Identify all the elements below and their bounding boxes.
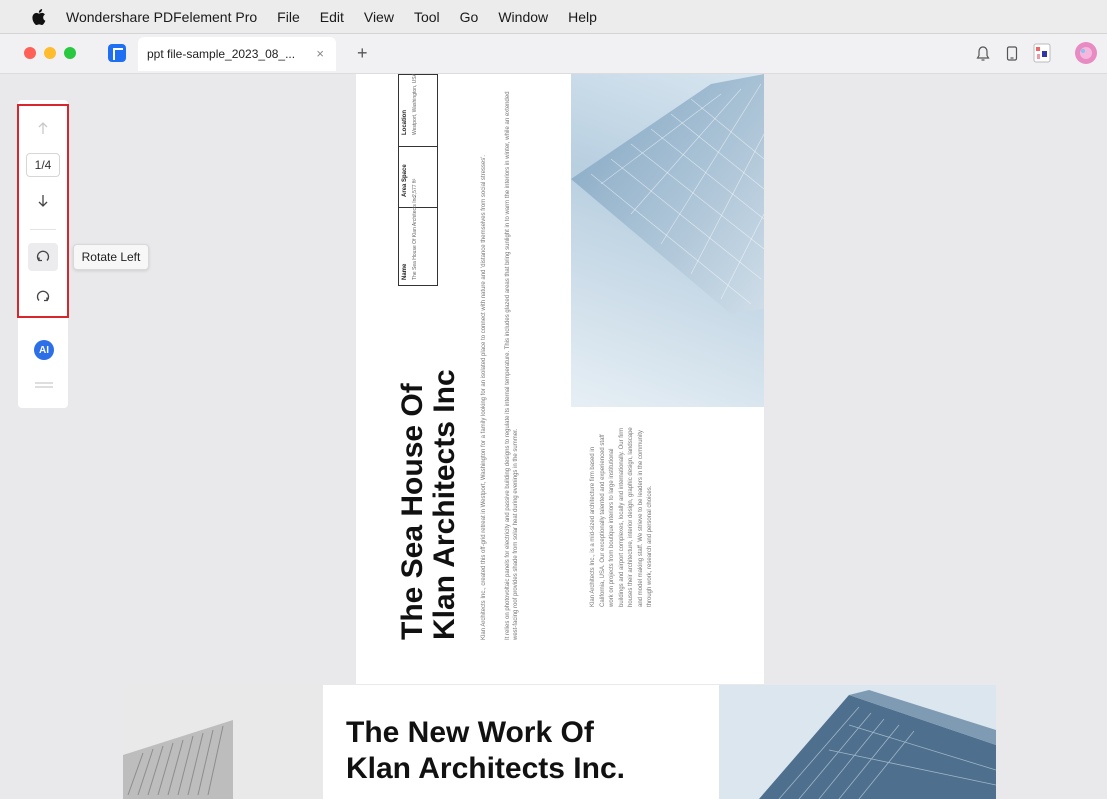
table-divider	[399, 207, 437, 208]
minimize-window-button[interactable]	[44, 47, 56, 59]
device-icon[interactable]	[1005, 45, 1019, 63]
glass-building-image	[571, 74, 764, 314]
menu-go[interactable]: Go	[460, 9, 479, 25]
previous-page-icon[interactable]	[37, 121, 49, 135]
page2-left-photo	[123, 685, 323, 799]
table-divider	[399, 146, 437, 147]
document-page-1: Location Westport, Washington, USA Area …	[356, 74, 764, 684]
table-head-name: Name	[402, 263, 408, 280]
new-tab-button[interactable]: +	[357, 43, 368, 64]
pdfelement-home-icon[interactable]	[108, 44, 126, 62]
description-text: Klan Architects Inc., is a mid-sized arc…	[590, 427, 653, 607]
table-body-area: 2,577 ft²	[412, 178, 418, 197]
notification-bell-icon[interactable]	[975, 45, 991, 63]
document-tab-title: ppt file-sample_2023_08_...	[147, 47, 296, 61]
apple-icon[interactable]	[32, 8, 46, 25]
description-column: Klan Architects Inc., is a mid-sized arc…	[571, 407, 764, 684]
page2-title-line2: Klan Architects Inc.	[346, 752, 625, 785]
building-photo	[571, 74, 764, 407]
promo-gift-icon[interactable]	[1032, 42, 1052, 64]
page2-title-line1: The New Work Of	[346, 716, 594, 749]
page-number-indicator[interactable]: 1/4	[26, 153, 60, 177]
menu-app-name[interactable]: Wondershare PDFelement Pro	[66, 9, 257, 25]
page2-right-photo	[719, 685, 996, 799]
perforated-building-image	[123, 685, 323, 799]
table-head-location: Location	[402, 110, 408, 135]
zoom-window-button[interactable]	[64, 47, 76, 59]
close-window-button[interactable]	[24, 47, 36, 59]
info-table: Location Westport, Washington, USA Area …	[398, 74, 438, 286]
menu-tool[interactable]: Tool	[414, 9, 440, 25]
rotate-left-tooltip: Rotate Left	[73, 244, 149, 270]
table-body-location: Westport, Washington, USA	[412, 74, 418, 135]
rotate-right-icon[interactable]	[35, 288, 51, 304]
table-body-name: The Sea House Of Klan Architects Inc	[412, 196, 418, 280]
document-tab[interactable]: ppt file-sample_2023_08_... ×	[138, 37, 336, 71]
page-title-line1: The Sea House Of	[396, 383, 429, 640]
menu-bar: Wondershare PDFelement Pro File Edit Vie…	[0, 0, 1107, 34]
close-tab-icon[interactable]: ×	[316, 46, 324, 61]
paragraph-2: It relies on photovoltaic panels for ele…	[505, 91, 519, 640]
toolbar-divider	[30, 229, 56, 230]
drag-handle[interactable]	[35, 382, 53, 388]
highlight-frame	[17, 104, 69, 318]
glass-tower-image	[719, 685, 996, 799]
menu-edit[interactable]: Edit	[320, 9, 344, 25]
menu-file[interactable]: File	[277, 9, 300, 25]
menu-view[interactable]: View	[364, 9, 394, 25]
user-avatar-icon[interactable]	[1074, 41, 1098, 65]
paragraph-1: Klan Architects Inc., created this off-g…	[481, 154, 487, 640]
document-page-2: The New Work Of Klan Architects Inc.	[123, 685, 996, 799]
table-head-area: Area Space	[402, 164, 408, 197]
ai-assistant-button[interactable]: AI	[34, 340, 54, 360]
page-title-line2: Klan Architects Inc	[428, 369, 461, 640]
page2-title: The New Work Of Klan Architects Inc.	[346, 715, 625, 787]
menu-help[interactable]: Help	[568, 9, 597, 25]
menu-window[interactable]: Window	[498, 9, 548, 25]
rotate-left-icon[interactable]	[35, 248, 51, 264]
next-page-icon[interactable]	[37, 194, 49, 208]
